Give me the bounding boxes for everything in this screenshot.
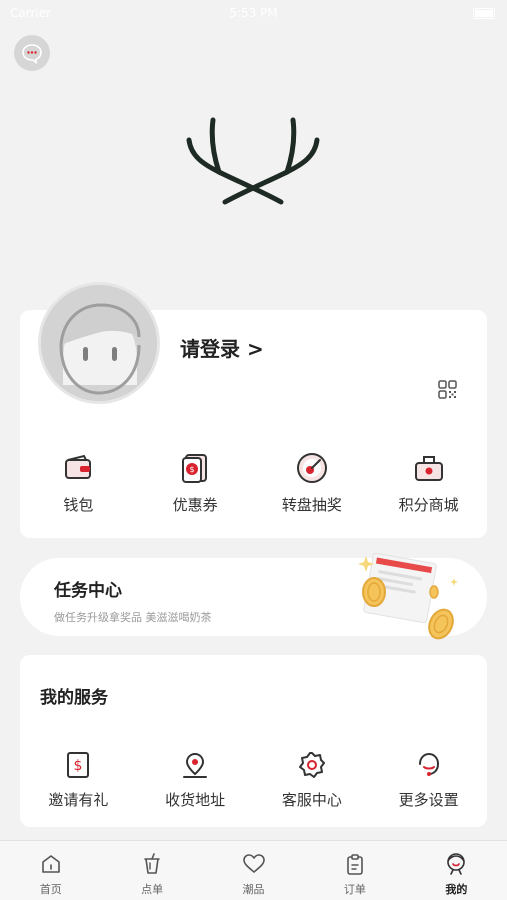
tab-label: 首页	[39, 883, 62, 896]
default-avatar-icon	[41, 285, 157, 401]
service-invite[interactable]: $ 邀请有礼	[20, 750, 137, 810]
task-center-subtitle: 做任务升级拿奖品 美滋滋喝奶茶	[54, 611, 212, 624]
tab-label: 点单	[141, 883, 164, 896]
quick-action-lucky-wheel[interactable]: 转盘抽奖	[254, 450, 371, 515]
tab-home[interactable]: 首页	[0, 841, 101, 900]
cup-icon	[140, 852, 164, 876]
chat-bubble-icon	[22, 44, 42, 64]
tab-order-drinks[interactable]: 点单	[101, 841, 202, 900]
points-mall-icon	[411, 450, 447, 486]
quick-action-label: 钱包	[63, 496, 94, 514]
wallet-icon	[60, 450, 96, 486]
bottom-tab-bar: 首页 点单 潮品 订单 我的	[0, 840, 507, 900]
quick-action-label: 优惠券	[172, 496, 218, 514]
service-label: 邀请有礼	[48, 791, 109, 809]
tab-label: 我的	[445, 883, 468, 896]
services-title: 我的服务	[40, 688, 108, 708]
message-button[interactable]	[14, 35, 50, 71]
service-label: 更多设置	[398, 791, 459, 809]
status-time: 5:53 PM	[229, 6, 278, 20]
home-icon	[39, 852, 63, 876]
services-list: $ 邀请有礼 收货地址 客服中心 更多设置	[20, 750, 487, 810]
coupon-icon: $	[177, 450, 213, 486]
brand-logo	[186, 117, 320, 205]
user-icon	[444, 852, 468, 876]
service-more-settings[interactable]: 更多设置	[370, 750, 487, 810]
qr-code-icon[interactable]	[438, 380, 457, 399]
service-address[interactable]: 收货地址	[137, 750, 254, 810]
status-bar: Carrier 5:53 PM	[0, 0, 507, 26]
customer-service-icon	[297, 750, 327, 780]
settings-icon	[414, 750, 444, 780]
svg-text:$: $	[190, 465, 195, 474]
battery-icon	[473, 8, 495, 19]
quick-action-label: 积分商城	[398, 496, 459, 514]
quick-action-points-mall[interactable]: 积分商城	[370, 450, 487, 515]
service-customer-center[interactable]: 客服中心	[254, 750, 371, 810]
svg-text:$: $	[74, 758, 83, 774]
invite-icon: $	[63, 750, 93, 780]
tab-label: 订单	[343, 883, 366, 896]
tab-orders[interactable]: 订单	[304, 841, 405, 900]
lucky-wheel-icon	[294, 450, 330, 486]
tab-profile[interactable]: 我的	[406, 841, 507, 900]
clipboard-icon	[343, 852, 367, 876]
task-center-title: 任务中心	[54, 581, 122, 601]
service-label: 收货地址	[165, 791, 226, 809]
tab-label: 潮品	[242, 883, 265, 896]
tab-trendy[interactable]: 潮品	[203, 841, 304, 900]
coins-document-illustration	[358, 552, 458, 640]
login-link[interactable]: 请登录 >	[180, 333, 264, 362]
quick-action-label: 转盘抽奖	[281, 496, 342, 514]
address-pin-icon	[180, 750, 210, 780]
service-label: 客服中心	[281, 791, 342, 809]
quick-actions: 钱包 $ 优惠券 转盘抽奖 积分商城	[20, 450, 487, 515]
quick-action-coupon[interactable]: $ 优惠券	[137, 450, 254, 515]
heart-icon	[242, 852, 266, 876]
avatar[interactable]	[38, 282, 160, 404]
quick-action-wallet[interactable]: 钱包	[20, 450, 137, 515]
